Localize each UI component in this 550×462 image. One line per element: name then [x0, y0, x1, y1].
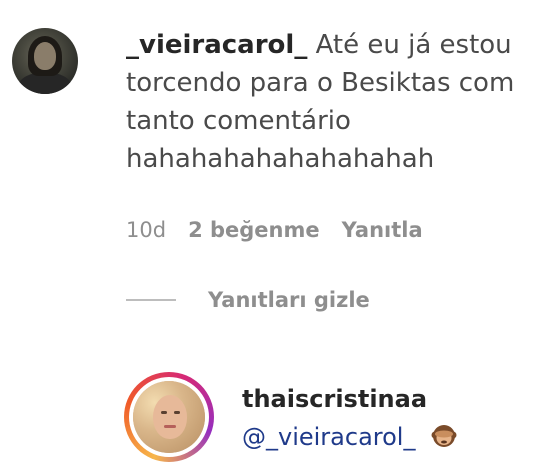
- mention-link[interactable]: @_vieiracarol_: [242, 423, 415, 451]
- hide-replies-label: Yanıtları gizle: [208, 288, 370, 312]
- comment-body: _vieiracarol_ Até eu já estou torcendo p…: [126, 26, 536, 178]
- avatar[interactable]: [124, 372, 214, 462]
- see-no-evil-monkey-icon: [431, 425, 457, 447]
- reply-username[interactable]: thaiscristinaa: [242, 380, 542, 418]
- divider: [126, 299, 176, 301]
- avatar[interactable]: [12, 28, 78, 94]
- comment-meta: 10d 2 beğenme Yanıtla: [126, 218, 423, 242]
- likes-count[interactable]: 2 beğenme: [188, 218, 320, 242]
- comment-username[interactable]: _vieiracarol_: [126, 30, 307, 60]
- comment-time[interactable]: 10d: [126, 218, 166, 242]
- hide-replies-button[interactable]: Yanıtları gizle: [126, 288, 370, 312]
- reply-button[interactable]: Yanıtla: [342, 218, 423, 242]
- reply-body: thaiscristinaa @_vieiracarol_: [242, 380, 542, 456]
